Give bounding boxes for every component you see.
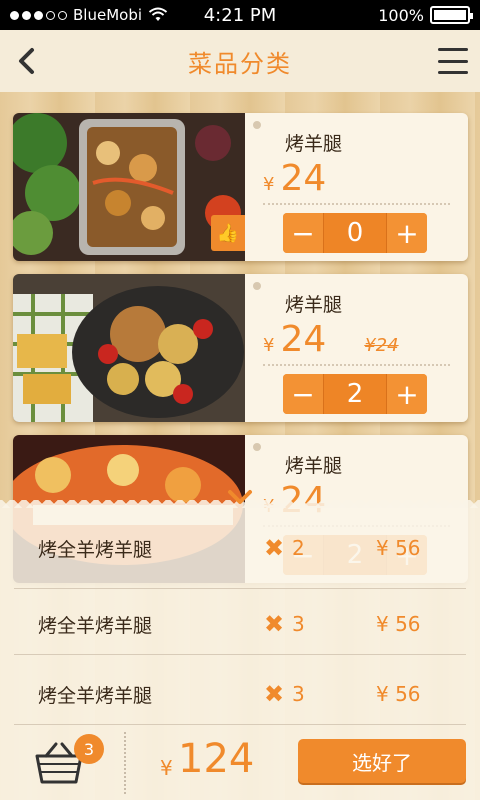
cart-item-name: 烤全羊烤羊腿 xyxy=(38,684,153,707)
increase-button[interactable]: + xyxy=(387,374,427,414)
dish-name: 烤羊腿 xyxy=(285,294,343,316)
decrease-button[interactable]: − xyxy=(283,213,323,253)
dish-image: 👍 xyxy=(13,113,245,261)
currency-symbol: ¥ xyxy=(263,335,275,356)
decrease-button[interactable]: − xyxy=(283,374,323,414)
cart-item-qty: 3 xyxy=(292,682,305,706)
page-title: 菜品分类 xyxy=(188,49,292,78)
currency-symbol: ¥ xyxy=(160,756,173,780)
battery-percent: 100% xyxy=(378,5,424,25)
price-row: ¥ 24 xyxy=(263,158,450,199)
dish-name: 烤羊腿 xyxy=(285,455,343,477)
increase-button[interactable]: + xyxy=(387,213,427,253)
cart-total: 124 xyxy=(178,736,255,782)
chevron-down-icon[interactable] xyxy=(226,488,254,508)
cart-item-price: ¥ 56 xyxy=(376,612,421,636)
wifi-icon xyxy=(148,7,168,21)
battery-icon xyxy=(430,6,473,24)
cart-item-qty: 3 xyxy=(292,612,305,636)
cart-count-badge: 3 xyxy=(74,734,104,764)
confirm-button[interactable]: 选好了 xyxy=(298,739,466,783)
cart-item-price: ¥ 56 xyxy=(376,682,421,706)
checkout-bar: 3 ¥ 124 选好了 xyxy=(0,726,480,800)
divider xyxy=(263,364,450,366)
dish-info: 烤羊腿 ¥ 24 ¥24 − 2 + xyxy=(245,274,468,422)
divider xyxy=(124,732,126,794)
multiply-icon: ✖ xyxy=(264,610,285,638)
price-row: ¥ 24 ¥24 xyxy=(263,319,450,360)
quantity-stepper: − 2 + xyxy=(283,374,427,414)
multiply-icon: ✖ xyxy=(264,534,285,562)
header: 菜品分类 xyxy=(0,30,480,98)
pin-icon xyxy=(253,443,261,451)
pin-icon xyxy=(253,121,261,129)
dish-info: 烤羊腿 ¥ 24 − 0 + xyxy=(245,113,468,261)
dish-card: 烤羊腿 ¥ 24 ¥24 − 2 + xyxy=(13,274,468,422)
cart-item: 烤全羊烤羊腿 ✖ 3 ¥ 56 xyxy=(14,594,466,654)
dish-price: 24 xyxy=(280,158,327,199)
signal-dots-icon xyxy=(10,10,67,20)
quantity-value: 2 xyxy=(323,374,387,414)
status-right: 100% xyxy=(378,5,473,25)
cart-item: 烤全羊烤羊腿 ✖ 3 ¥ 56 xyxy=(14,664,466,724)
row-divider xyxy=(14,724,466,725)
dish-card: 👍 烤羊腿 ¥ 24 − 0 + xyxy=(13,113,468,261)
dish-price: 24 xyxy=(280,319,327,360)
row-divider xyxy=(14,588,466,589)
back-arrow-icon[interactable] xyxy=(12,46,42,76)
original-price: ¥24 xyxy=(364,335,399,356)
quantity-value: 0 xyxy=(323,213,387,253)
pin-icon xyxy=(253,282,261,290)
menu-icon[interactable] xyxy=(438,48,468,74)
cart-item-name: 烤全羊烤羊腿 xyxy=(38,538,153,561)
currency-symbol: ¥ xyxy=(263,174,275,195)
dish-image xyxy=(13,274,245,422)
row-divider xyxy=(14,654,466,655)
multiply-icon: ✖ xyxy=(264,680,285,708)
cart-item-name: 烤全羊烤羊腿 xyxy=(38,614,153,637)
status-left: BlueMobi xyxy=(10,6,168,24)
quantity-stepper: − 0 + xyxy=(283,213,427,253)
dish-name: 烤羊腿 xyxy=(285,133,343,155)
status-bar: BlueMobi 4:21 PM 100% xyxy=(0,0,480,30)
thumbs-up-icon[interactable]: 👍 xyxy=(211,215,245,251)
carrier-name: BlueMobi xyxy=(73,6,143,24)
cart-item: 烤全羊烤羊腿 ✖ 2 ¥ 56 xyxy=(14,518,466,578)
cart-item-qty: 2 xyxy=(292,536,305,560)
cart-item-price: ¥ 56 xyxy=(376,536,421,560)
divider xyxy=(263,203,450,205)
